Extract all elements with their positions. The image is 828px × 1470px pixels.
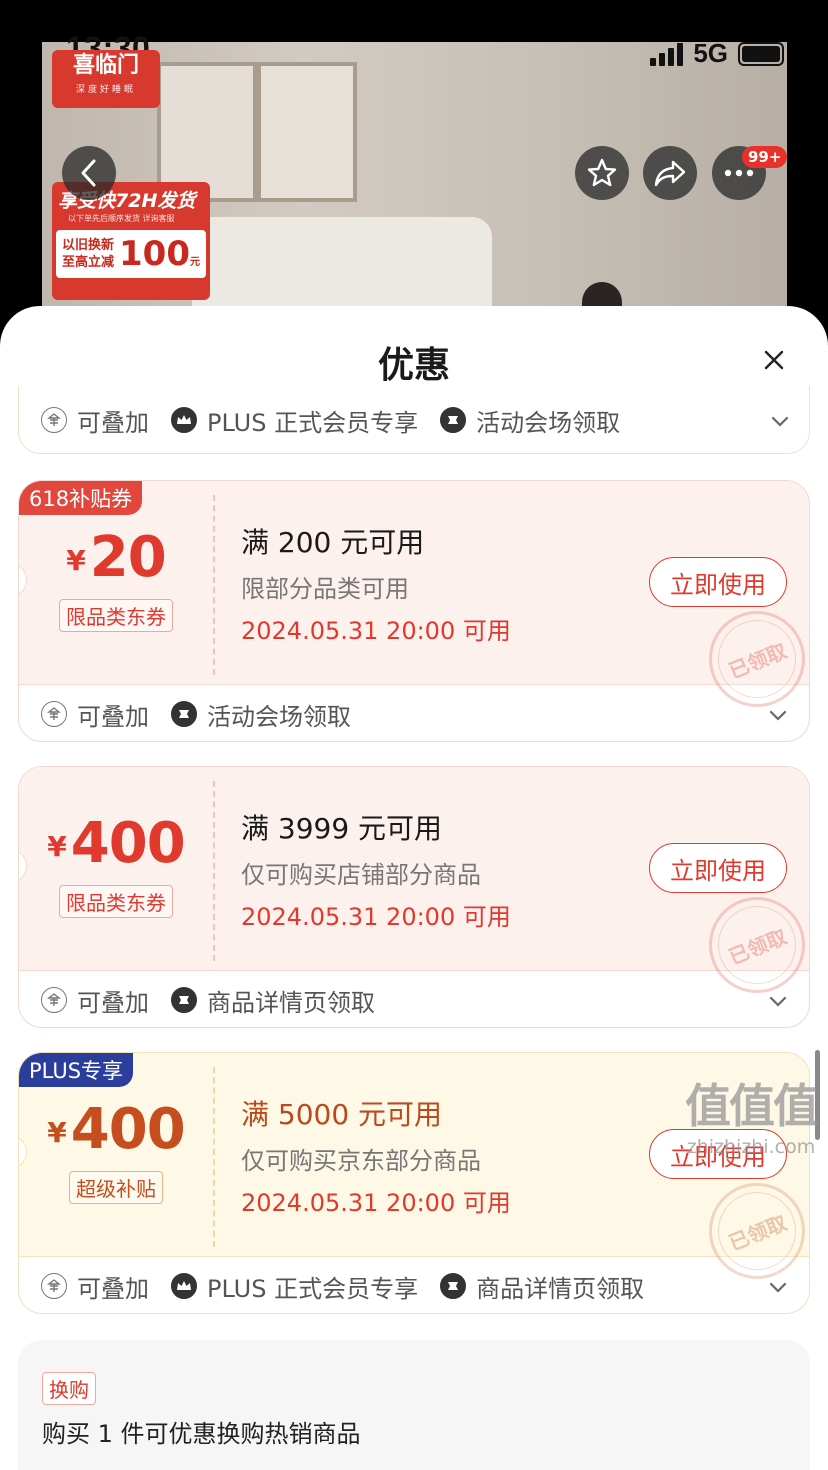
wall-art bbox=[257, 62, 357, 202]
close-button[interactable] bbox=[756, 342, 792, 378]
chevron-down-icon[interactable] bbox=[771, 406, 789, 434]
signal-icon bbox=[650, 42, 684, 66]
tag-stackable: 可叠加 bbox=[41, 403, 149, 438]
coupon-body: ¥20 限品类东券 618补贴券 满 200 元可用 限部分品类可用 2024.… bbox=[19, 481, 809, 722]
back-button[interactable] bbox=[62, 146, 116, 200]
chevron-down-icon[interactable] bbox=[769, 986, 787, 1014]
coupon-amount: ¥400 bbox=[47, 811, 185, 876]
network-type: 5G bbox=[693, 38, 728, 68]
coupon-card: ¥20 限品类东券 618补贴券 满 200 元可用 限部分品类可用 2024.… bbox=[18, 480, 810, 742]
chevron-down-icon[interactable] bbox=[769, 1272, 787, 1300]
coupon-card: ¥400 限品类东券 满 3999 元可用 仅可购买店铺部分商品 2024.05… bbox=[18, 766, 810, 1028]
coupon-condition: 满 3999 元可用 bbox=[241, 812, 443, 845]
coupon-date: 2024.05.31 20:00 可用 bbox=[241, 903, 511, 931]
tag-product-page: 商品详情页领取 bbox=[440, 1269, 644, 1304]
coupon-tags-row[interactable]: 可叠加 商品详情页领取 bbox=[19, 971, 809, 1027]
coupon-scope: 仅可购买京东部分商品 bbox=[241, 1147, 481, 1175]
close-icon bbox=[764, 350, 784, 370]
notification-badge: 99+ bbox=[742, 146, 788, 168]
share-button[interactable] bbox=[643, 146, 697, 200]
stack-icon bbox=[41, 701, 67, 727]
tag-venue: 活动会场领取 bbox=[440, 403, 620, 438]
more-dots-icon bbox=[724, 169, 754, 177]
coupon-ribbon: 618补贴券 bbox=[19, 481, 143, 515]
coupon-date: 2024.05.31 20:00 可用 bbox=[241, 1189, 511, 1217]
chevron-down-icon[interactable] bbox=[769, 700, 787, 728]
coupon-tags-row[interactable]: 可叠加 活动会场领取 bbox=[19, 685, 809, 741]
ticket-icon bbox=[440, 407, 467, 433]
status-indicators: 5G bbox=[650, 38, 784, 69]
coupon-scope: 仅可购买店铺部分商品 bbox=[241, 861, 481, 889]
discount-sheet: 优惠 可叠加 PLUS 正式会员专享 活动会场领取 ¥20 限品类东券 618补… bbox=[0, 306, 828, 1470]
tag-plus-member: PLUS 正式会员专享 bbox=[171, 1269, 418, 1304]
star-icon bbox=[587, 158, 617, 187]
stack-icon bbox=[41, 987, 67, 1013]
tag-product-page: 商品详情页领取 bbox=[171, 983, 375, 1018]
coupon-scope: 限部分品类可用 bbox=[241, 575, 409, 603]
coupon-type-tag: 限品类东券 bbox=[59, 599, 173, 632]
watermark: 值值值 zhizhizhi.com bbox=[685, 1079, 819, 1158]
battery-icon bbox=[738, 41, 784, 66]
crown-icon bbox=[171, 407, 197, 433]
coupon-type-tag: 超级补贴 bbox=[69, 1171, 163, 1204]
ticket-icon bbox=[171, 701, 197, 727]
coupon-amount: ¥400 bbox=[47, 1097, 185, 1162]
coupon-type-tag: 限品类东券 bbox=[59, 885, 173, 918]
store-logo: 喜临门 深度好睡眠 bbox=[52, 50, 160, 108]
share-icon bbox=[654, 160, 686, 187]
favorite-button[interactable] bbox=[575, 146, 629, 200]
promo-banner: 享受快72H发货 以下单先后顺序发货 详询客服 以旧换新 至高立减 100 元 bbox=[52, 182, 210, 300]
tag-plus-member: PLUS 正式会员专享 bbox=[171, 403, 418, 438]
stack-icon bbox=[41, 407, 67, 433]
wall-art bbox=[157, 62, 257, 202]
coupon-ribbon: PLUS专享 bbox=[19, 1053, 134, 1087]
chevron-left-icon bbox=[81, 159, 96, 187]
use-now-button[interactable]: 立即使用 bbox=[649, 843, 787, 893]
ticket-icon bbox=[171, 987, 197, 1013]
trade-in-text: 购买 1 件可优惠换购热销商品 bbox=[42, 1420, 361, 1448]
crown-icon bbox=[171, 1273, 197, 1299]
trade-in-tag: 换购 bbox=[42, 1372, 96, 1405]
ticket-icon bbox=[440, 1273, 467, 1299]
coupon-body: ¥400 限品类东券 满 3999 元可用 仅可购买店铺部分商品 2024.05… bbox=[19, 767, 809, 1008]
tag-stackable: 可叠加 bbox=[41, 983, 149, 1018]
previous-coupon-tags[interactable]: 可叠加 PLUS 正式会员专享 活动会场领取 bbox=[18, 386, 810, 454]
coupon-condition: 满 200 元可用 bbox=[241, 526, 425, 559]
stack-icon bbox=[41, 1273, 67, 1299]
sheet-title: 优惠 bbox=[377, 345, 450, 386]
use-now-button[interactable]: 立即使用 bbox=[649, 557, 787, 607]
coupon-date: 2024.05.31 20:00 可用 bbox=[241, 617, 511, 645]
trade-in-card[interactable]: 换购 购买 1 件可优惠换购热销商品 bbox=[18, 1340, 810, 1470]
coupon-amount: ¥20 bbox=[66, 525, 166, 590]
tag-venue: 活动会场领取 bbox=[171, 697, 351, 732]
tag-stackable: 可叠加 bbox=[41, 697, 149, 732]
tag-stackable: 可叠加 bbox=[41, 1269, 149, 1304]
coupon-tags-row[interactable]: 可叠加 PLUS 正式会员专享 商品详情页领取 bbox=[19, 1257, 809, 1313]
coupon-condition: 满 5000 元可用 bbox=[241, 1098, 443, 1131]
